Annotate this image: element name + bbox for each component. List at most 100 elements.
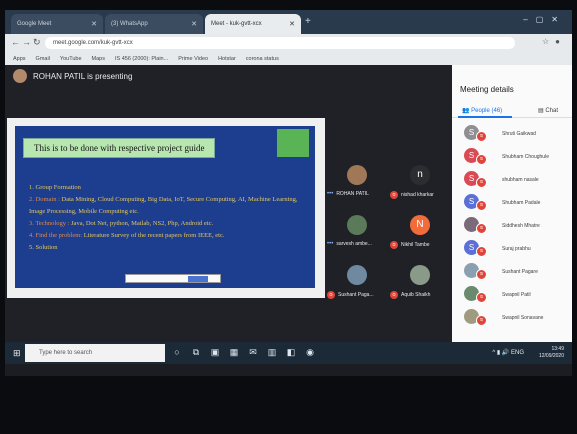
person-name: Shubham Padale <box>502 199 541 206</box>
person-name: Sushant Pagare <box>502 268 538 275</box>
mic-off-icon: ⦸ <box>476 177 487 188</box>
slide-bullet: 5. Solution <box>29 244 58 251</box>
tab-chat[interactable]: ▤ Chat <box>538 107 558 114</box>
panel-tabs: 👥 People (46) ▤ Chat <box>452 99 572 118</box>
browser-tab-3[interactable]: Meet - kuk-gvtt-xcx ✕ <box>205 14 301 34</box>
bookmark-item[interactable]: IS 456 (2000): Plain... <box>115 56 168 62</box>
list-item[interactable]: ⦸ Swapnil Sonavane <box>452 306 572 329</box>
participant-name: Sushant Paga... <box>338 292 374 298</box>
url-input[interactable]: meet.google.com/kuk-gvtt-xcx <box>45 37 515 49</box>
presenter-bar: ROHAN PATIL is presenting <box>5 65 452 87</box>
participant-tile[interactable]: ••• ROHAN PATIL <box>327 161 387 207</box>
tab-people[interactable]: 👥 People (46) <box>462 107 502 114</box>
participant-name: ROHAN PATIL <box>336 191 369 197</box>
app-icon[interactable]: ◧ <box>285 346 297 358</box>
window-controls[interactable]: –▢✕ <box>523 15 566 24</box>
photos-icon[interactable]: ▥ <box>266 346 278 358</box>
tab-label: (3) WhatsApp <box>111 21 148 27</box>
share-popup[interactable] <box>125 274 221 283</box>
list-item[interactable]: S ⦸ Suraj prabhu <box>452 237 572 260</box>
file-explorer-icon[interactable]: ▣ <box>209 346 221 358</box>
address-bar-row: ← → ↻ meet.google.com/kuk-gvtt-xcx ☆● <box>5 34 572 52</box>
mic-off-icon: ⦸ <box>476 154 487 165</box>
taskbar-search-input[interactable]: Type here to search <box>25 344 165 362</box>
meeting-details-panel: Meeting details 👥 People (46) ▤ Chat S ⦸… <box>452 65 572 342</box>
people-icon: 👥 <box>462 108 472 114</box>
popup-button[interactable] <box>188 276 208 282</box>
back-icon[interactable]: ← <box>11 37 20 47</box>
slide-title: This is to be done with respective proje… <box>23 138 216 158</box>
person-name: Suraj prabhu <box>502 245 531 252</box>
close-icon[interactable]: ✕ <box>191 20 197 28</box>
tab-label: Meet - kuk-gvtt-xcx <box>211 21 262 27</box>
participant-tile[interactable]: n ⦸ nishad kharkar <box>390 161 450 207</box>
avatar: N <box>410 215 430 235</box>
participant-tile[interactable]: ⦸ Aquib Shaikh <box>390 261 450 307</box>
task-view-icon[interactable]: ⧉ <box>190 346 202 358</box>
bookmark-item[interactable]: Prime Video <box>178 56 208 62</box>
participant-tile[interactable]: ⦸ Sushant Paga... <box>327 261 387 307</box>
screen: Google Meet ✕ (3) WhatsApp ✕ Meet - kuk-… <box>5 10 572 376</box>
slide-content: This is to be done with respective proje… <box>15 126 315 288</box>
list-item[interactable]: ⦸ Siddhesh Mhatre <box>452 214 572 237</box>
chrome-icon[interactable]: ◉ <box>304 346 316 358</box>
slide-bullet: 1. Group Formation <box>29 184 81 191</box>
mic-off-icon: ⦸ <box>390 291 398 299</box>
clock-date: 12/09/2020 <box>538 353 564 359</box>
panel-title: Meeting details <box>460 85 514 94</box>
system-tray-icons[interactable]: ^ ▮ 🔊 ENG <box>492 349 524 356</box>
person-name: Siddhesh Mhatre <box>502 222 540 229</box>
person-name: shubham nasale <box>502 176 539 183</box>
star-icon[interactable]: ☆● <box>542 37 566 46</box>
participant-name: Nikhil Tambe <box>401 242 430 248</box>
bookmark-item[interactable]: YouTube <box>60 56 82 62</box>
browser-tab-1[interactable]: Google Meet ✕ <box>11 14 103 34</box>
tab-label: Google Meet <box>17 21 52 27</box>
presentation-slide[interactable]: This is to be done with respective proje… <box>7 118 325 298</box>
bookmark-item[interactable]: Apps <box>13 56 26 62</box>
bookmark-item[interactable]: Hotstar <box>218 56 236 62</box>
slide-bullet: 4. Find the problem: Literature Survey o… <box>29 232 225 239</box>
new-tab-icon[interactable]: + <box>305 16 311 27</box>
windows-start-icon[interactable]: ⊞ <box>13 348 21 359</box>
cortana-icon[interactable]: ○ <box>171 346 183 358</box>
slide-bullet: 2. Domain : Data Mining, Cloud Computing… <box>29 196 298 215</box>
clock-time: 13:49 <box>551 346 564 352</box>
close-icon[interactable]: ✕ <box>91 20 97 28</box>
list-item[interactable]: S ⦸ Shubham Choughule <box>452 145 572 168</box>
avatar <box>347 165 367 185</box>
participant-tile[interactable]: ••• sarvesh ambe... <box>327 211 387 257</box>
participant-name: nishad kharkar <box>401 192 434 198</box>
participant-tile[interactable]: N ⦸ Nikhil Tambe <box>390 211 450 257</box>
slide-bullet: 3. Technology : Java, Dot Net, python, M… <box>29 220 214 227</box>
clock[interactable]: 13:49 12/09/2020 <box>539 346 564 360</box>
speaking-icon: ••• <box>327 241 334 247</box>
mail-icon[interactable]: ✉ <box>247 346 259 358</box>
close-icon[interactable]: ✕ <box>289 20 295 28</box>
mic-off-icon: ⦸ <box>390 241 398 249</box>
bookmark-item[interactable]: corona status <box>246 56 279 62</box>
participant-name: sarvesh ambe... <box>336 241 372 247</box>
store-icon[interactable]: ▦ <box>228 346 240 358</box>
speaking-icon: ••• <box>327 191 334 197</box>
person-name: Shruti Gaikwad <box>502 130 536 137</box>
taskbar: ⊞ Type here to search ○ ⧉ ▣ ▦ ✉ ▥ ◧ ◉ ^ … <box>5 342 572 364</box>
list-item[interactable]: S ⦸ Shruti Gaikwad <box>452 122 572 145</box>
list-item[interactable]: ⦸ Swapnil Patil <box>452 283 572 306</box>
browser-tab-2[interactable]: (3) WhatsApp ✕ <box>105 14 203 34</box>
people-list: S ⦸ Shruti Gaikwad S ⦸ Shubham Choughule… <box>452 122 572 329</box>
forward-icon[interactable]: → <box>22 37 31 47</box>
participant-name: Aquib Shaikh <box>401 292 431 298</box>
bookmark-item[interactable]: Gmail <box>36 56 50 62</box>
list-item[interactable]: S ⦸ Shubham Padale <box>452 191 572 214</box>
avatar: n <box>410 165 430 185</box>
browser-tab-bar: Google Meet ✕ (3) WhatsApp ✕ Meet - kuk-… <box>5 10 572 34</box>
list-item[interactable]: ⦸ Sushant Pagare <box>452 260 572 283</box>
taskbar-icons: ○ ⧉ ▣ ▦ ✉ ▥ ◧ ◉ <box>171 346 316 358</box>
person-name: Swapnil Patil <box>502 291 531 298</box>
person-name: Swapnil Sonavane <box>502 314 544 321</box>
bookmark-item[interactable]: Maps <box>92 56 105 62</box>
list-item[interactable]: S ⦸ shubham nasale <box>452 168 572 191</box>
reload-icon[interactable]: ↻ <box>33 37 41 48</box>
mic-off-icon: ⦸ <box>476 223 487 234</box>
